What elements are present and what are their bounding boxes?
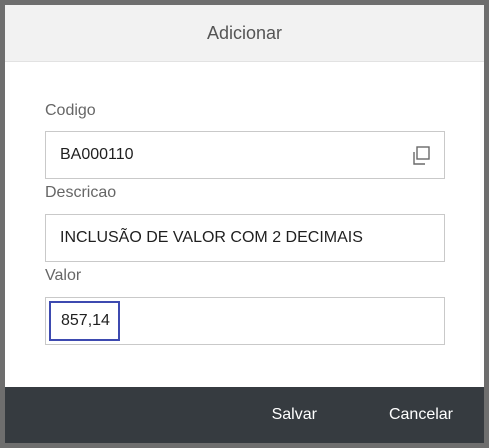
valor-label: Valor [45,267,82,284]
valor-focus-highlight: 857,14 [49,301,120,341]
copy-icon[interactable] [410,145,432,167]
dialog-header: Adicionar [5,5,484,62]
descricao-label: Descricao [45,184,117,201]
codigo-value: BA000110 [60,146,134,163]
dialog-body: Codigo BA000110 Descricao INCLUSÃO DE VA… [5,62,484,387]
codigo-field[interactable]: BA000110 [45,131,445,179]
codigo-label: Codigo [45,102,96,119]
cancel-button[interactable]: Cancelar [389,406,453,424]
save-button[interactable]: Salvar [272,406,317,424]
add-dialog: Adicionar Codigo BA000110 Descricao INCL… [5,5,484,443]
valor-field[interactable]: 857,14 [45,297,445,345]
descricao-field[interactable]: INCLUSÃO DE VALOR COM 2 DECIMAIS [45,214,445,262]
valor-value: 857,14 [61,312,110,329]
dialog-title: Adicionar [206,22,283,43]
dialog-footer: Salvar Cancelar [5,387,484,443]
descricao-value: INCLUSÃO DE VALOR COM 2 DECIMAIS [60,229,363,246]
